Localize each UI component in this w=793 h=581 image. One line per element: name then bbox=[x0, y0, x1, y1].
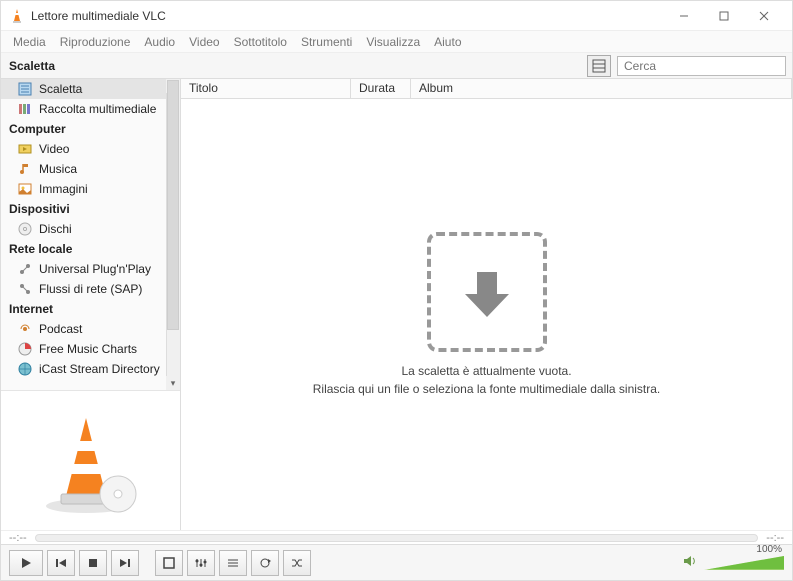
main: Scaletta Raccolta multimediale Computer … bbox=[1, 79, 792, 530]
fullscreen-button[interactable] bbox=[155, 550, 183, 576]
menu-playback[interactable]: Riproduzione bbox=[54, 33, 137, 51]
sidebar-item-label: Video bbox=[39, 142, 172, 156]
menu-audio[interactable]: Audio bbox=[138, 33, 181, 51]
sidebar-item-label: Universal Plug'n'Play bbox=[39, 262, 172, 276]
column-album[interactable]: Album bbox=[411, 79, 792, 98]
scrollbar-thumb[interactable] bbox=[167, 80, 179, 330]
empty-playlist-text: La scaletta è attualmente vuota. Rilasci… bbox=[313, 362, 661, 398]
upnp-icon bbox=[17, 261, 33, 277]
controls: 100% bbox=[1, 544, 792, 580]
speaker-icon[interactable] bbox=[682, 553, 698, 572]
video-icon bbox=[17, 141, 33, 157]
sidebar-item-label: Flussi di rete (SAP) bbox=[39, 282, 172, 296]
menu-subtitle[interactable]: Sottotitolo bbox=[228, 33, 293, 51]
drop-icon bbox=[427, 232, 547, 352]
sidebar: Scaletta Raccolta multimediale Computer … bbox=[1, 79, 181, 530]
stop-button[interactable] bbox=[79, 550, 107, 576]
sidebar-item-podcast[interactable]: Podcast bbox=[1, 319, 180, 339]
sidebar-scrollbar[interactable]: ▴ ▾ bbox=[166, 79, 180, 390]
sidebar-item-icast[interactable]: iCast Stream Directory bbox=[1, 359, 180, 379]
sidebar-item-images[interactable]: Immagini bbox=[1, 179, 180, 199]
app-icon bbox=[9, 8, 25, 24]
playlist-icon bbox=[17, 81, 33, 97]
menu-tools[interactable]: Strumenti bbox=[295, 33, 358, 51]
sidebar-item-label: Raccolta multimediale bbox=[39, 102, 172, 116]
album-art-preview bbox=[1, 390, 180, 530]
empty-playlist-dropzone[interactable]: La scaletta è attualmente vuota. Rilasci… bbox=[181, 99, 792, 530]
menu-media[interactable]: Media bbox=[7, 33, 52, 51]
volume-control: 100% bbox=[682, 553, 784, 572]
sidebar-item-label: Scaletta bbox=[39, 82, 172, 96]
playlist-button[interactable] bbox=[219, 550, 247, 576]
topbar: Scaletta bbox=[1, 53, 792, 79]
playlist-content: Titolo Durata Album La scaletta è attual… bbox=[181, 79, 792, 530]
sidebar-item-sap[interactable]: Flussi di rete (SAP) bbox=[1, 279, 180, 299]
sidebar-group-computer: Computer bbox=[1, 119, 180, 139]
sidebar-item-label: Musica bbox=[39, 162, 172, 176]
menu-video[interactable]: Video bbox=[183, 33, 225, 51]
sidebar-item-discs[interactable]: Dischi bbox=[1, 219, 180, 239]
sidebar-item-label: Immagini bbox=[39, 182, 172, 196]
podcast-icon bbox=[17, 321, 33, 337]
sidebar-item-charts[interactable]: Free Music Charts bbox=[1, 339, 180, 359]
scroll-down-icon[interactable]: ▾ bbox=[166, 376, 180, 390]
shuffle-button[interactable] bbox=[283, 550, 311, 576]
sidebar-group-devices: Dispositivi bbox=[1, 199, 180, 219]
view-toggle-button[interactable] bbox=[587, 55, 611, 77]
sap-icon bbox=[17, 281, 33, 297]
empty-line1: La scaletta è attualmente vuota. bbox=[313, 362, 661, 380]
volume-slider[interactable]: 100% bbox=[704, 556, 784, 570]
sidebar-item-video[interactable]: Video bbox=[1, 139, 180, 159]
seek-bar[interactable] bbox=[35, 534, 759, 542]
library-icon bbox=[17, 101, 33, 117]
menu-view[interactable]: Visualizza bbox=[360, 33, 426, 51]
images-icon bbox=[17, 181, 33, 197]
column-headers: Titolo Durata Album bbox=[181, 79, 792, 99]
loop-button[interactable] bbox=[251, 550, 279, 576]
menubar: Media Riproduzione Audio Video Sottotito… bbox=[1, 31, 792, 53]
icast-icon bbox=[17, 361, 33, 377]
next-button[interactable] bbox=[111, 550, 139, 576]
sidebar-item-upnp[interactable]: Universal Plug'n'Play bbox=[1, 259, 180, 279]
close-button[interactable] bbox=[744, 1, 784, 31]
titlebar: Lettore multimediale VLC bbox=[1, 1, 792, 31]
total-time: --:-- bbox=[766, 532, 784, 544]
panel-title: Scaletta bbox=[1, 55, 181, 77]
elapsed-time: --:-- bbox=[9, 532, 27, 544]
menu-help[interactable]: Aiuto bbox=[428, 33, 467, 51]
column-duration[interactable]: Durata bbox=[351, 79, 411, 98]
disc-icon bbox=[17, 221, 33, 237]
sidebar-group-localnet: Rete locale bbox=[1, 239, 180, 259]
prev-button[interactable] bbox=[47, 550, 75, 576]
empty-line2: Rilascia qui un file o seleziona la font… bbox=[313, 380, 661, 398]
sidebar-item-music[interactable]: Musica bbox=[1, 159, 180, 179]
seek-bar-row: --:-- --:-- bbox=[1, 530, 792, 544]
maximize-button[interactable] bbox=[704, 1, 744, 31]
charts-icon bbox=[17, 341, 33, 357]
sidebar-item-label: Dischi bbox=[39, 222, 172, 236]
sidebar-item-library[interactable]: Raccolta multimediale bbox=[1, 99, 180, 119]
sidebar-item-label: iCast Stream Directory bbox=[39, 362, 172, 376]
sidebar-item-playlist[interactable]: Scaletta bbox=[1, 79, 180, 99]
minimize-button[interactable] bbox=[664, 1, 704, 31]
sidebar-item-label: Podcast bbox=[39, 322, 172, 336]
search-input[interactable] bbox=[617, 56, 786, 76]
sidebar-group-internet: Internet bbox=[1, 299, 180, 319]
volume-percent: 100% bbox=[756, 544, 782, 555]
music-icon bbox=[17, 161, 33, 177]
column-title[interactable]: Titolo bbox=[181, 79, 351, 98]
play-button[interactable] bbox=[9, 550, 43, 576]
window-title: Lettore multimediale VLC bbox=[31, 9, 166, 23]
sidebar-tree: Scaletta Raccolta multimediale Computer … bbox=[1, 79, 180, 390]
ext-settings-button[interactable] bbox=[187, 550, 215, 576]
sidebar-item-label: Free Music Charts bbox=[39, 342, 172, 356]
